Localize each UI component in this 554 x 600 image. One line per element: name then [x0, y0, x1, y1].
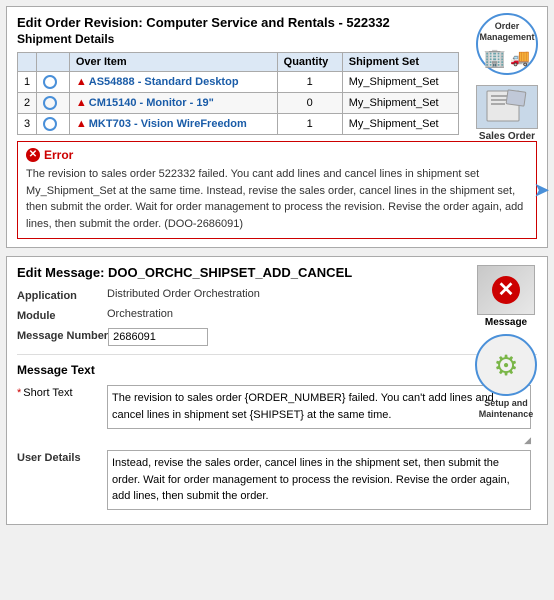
error-box: ✕ Error The revision to sales order 5223…	[17, 141, 537, 239]
user-details-input[interactable]: Instead, revise the sales order, cancel …	[107, 450, 531, 510]
item-link[interactable]: CM15140 - Monitor - 19"	[89, 97, 214, 109]
row-circle-icon	[43, 117, 57, 131]
gear-icon: ⚙	[493, 349, 518, 382]
row-icon[interactable]	[37, 114, 70, 135]
row-num: 2	[18, 93, 37, 114]
order-mgmt-label: Order Management	[478, 19, 537, 45]
row-shipment: My_Shipment_Set	[342, 72, 458, 93]
row-icon[interactable]	[37, 72, 70, 93]
setup-maintenance-circle: ⚙	[475, 334, 537, 396]
setup-maintenance-group: ⚙ Setup and Maintenance	[471, 334, 541, 420]
row-shipment: My_Shipment_Set	[342, 114, 458, 135]
message-number-row: Message Number	[17, 328, 537, 346]
message-box-icon: ✕	[477, 265, 535, 315]
arrow-connector: ➤	[533, 178, 550, 203]
message-number-input[interactable]	[108, 328, 208, 346]
message-number-label: Message Number	[17, 328, 108, 342]
message-red-x-icon: ✕	[492, 276, 520, 304]
bottom-panel: Edit Message: DOO_ORCHC_SHIPSET_ADD_CANC…	[6, 256, 548, 525]
panel-subtitle: Shipment Details	[17, 32, 537, 46]
col-header-shipment: Shipment Set	[342, 53, 458, 72]
row-circle-icon	[43, 75, 57, 89]
setup-icon-area: ✕ Message ⚙ Setup and Maintenance	[471, 265, 541, 420]
order-management-icon-area: Order Management 🏢 🚚	[473, 13, 541, 75]
sales-order-graphic	[485, 89, 529, 125]
short-text-label: Short Text	[23, 387, 72, 399]
item-link[interactable]: MKT703 - Vision WireFreedom	[89, 118, 247, 130]
application-row: Application Distributed Order Orchestrat…	[17, 288, 537, 302]
house-icon: 🏢	[484, 48, 506, 69]
top-panel: Edit Order Revision: Computer Service an…	[6, 6, 548, 248]
short-text-input[interactable]: The revision to sales order {ORDER_NUMBE…	[107, 385, 531, 429]
row-icon[interactable]	[37, 93, 70, 114]
sales-order-box	[476, 85, 538, 129]
error-x-icon: ✕	[26, 148, 40, 162]
bottom-title: Edit Message: DOO_ORCHC_SHIPSET_ADD_CANC…	[17, 265, 537, 280]
row-item[interactable]: ▲CM15140 - Monitor - 19"	[69, 93, 277, 114]
message-icon-label: Message	[485, 317, 527, 328]
table-row: 2 ▲CM15140 - Monitor - 19" 0 My_Shipment…	[18, 93, 459, 114]
user-details-row: User Details Instead, revise the sales o…	[17, 450, 537, 510]
resize-handle: ◢	[17, 435, 531, 446]
module-label: Module	[17, 308, 107, 322]
flag-icon: ▲	[76, 97, 87, 109]
row-qty: 0	[277, 93, 342, 114]
row-shipment: My_Shipment_Set	[342, 93, 458, 114]
shipment-table: Over Item Quantity Shipment Set 1 ▲AS548…	[17, 52, 459, 135]
module-row: Module Orchestration	[17, 308, 537, 322]
application-label: Application	[17, 288, 107, 302]
flag-icon: ▲	[76, 118, 87, 130]
col-header-item: Over Item	[69, 53, 277, 72]
flag-icon: ▲	[76, 76, 87, 88]
row-item[interactable]: ▲AS54888 - Standard Desktop	[69, 72, 277, 93]
section-divider	[17, 354, 537, 355]
col-header-qty: Quantity	[277, 53, 342, 72]
row-item[interactable]: ▲MKT703 - Vision WireFreedom	[69, 114, 277, 135]
item-link[interactable]: AS54888 - Standard Desktop	[89, 76, 239, 88]
col-header-icon	[37, 53, 70, 72]
message-icon-group: ✕ Message	[477, 265, 535, 328]
error-title-text: Error	[44, 148, 73, 162]
table-row: 1 ▲AS54888 - Standard Desktop 1 My_Shipm…	[18, 72, 459, 93]
sales-order-icon-area: Sales Order	[473, 85, 541, 142]
message-text-title: Message Text	[17, 363, 537, 377]
application-value: Distributed Order Orchestration	[107, 288, 260, 300]
row-num: 3	[18, 114, 37, 135]
error-text: The revision to sales order 522332 faile…	[26, 166, 528, 232]
truck-icon: 🚚	[510, 48, 530, 69]
setup-maintenance-label: Setup and Maintenance	[471, 398, 541, 420]
row-qty: 1	[277, 114, 342, 135]
table-row: 3 ▲MKT703 - Vision WireFreedom 1 My_Ship…	[18, 114, 459, 135]
panel-title: Edit Order Revision: Computer Service an…	[17, 15, 537, 30]
col-header-num	[18, 53, 37, 72]
row-qty: 1	[277, 72, 342, 93]
order-management-circle: Order Management 🏢 🚚	[476, 13, 538, 75]
required-star: *Short Text	[17, 385, 107, 399]
error-title: ✕ Error	[26, 148, 528, 162]
row-num: 1	[18, 72, 37, 93]
module-value: Orchestration	[107, 308, 173, 320]
short-text-row: *Short Text The revision to sales order …	[17, 385, 537, 429]
row-circle-icon	[43, 96, 57, 110]
user-details-label: User Details	[17, 450, 107, 464]
